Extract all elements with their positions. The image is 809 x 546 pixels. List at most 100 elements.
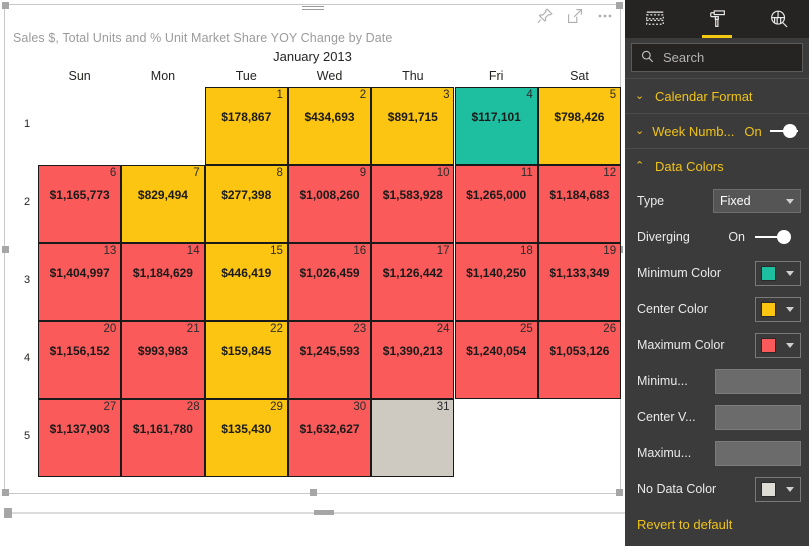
- search-icon: [640, 49, 655, 67]
- day-value: $798,426: [554, 110, 605, 124]
- calendar-day-cell[interactable]: 21 $993,983: [121, 321, 205, 399]
- calendar-day-cell[interactable]: 26 $1,053,126: [537, 321, 622, 399]
- format-tab[interactable]: [700, 0, 734, 38]
- row-minimum-value: Minimu...: [625, 363, 809, 399]
- day-value: $1,137,903: [49, 422, 110, 436]
- section-title-calendar-format: Calendar Format: [655, 88, 753, 104]
- visual-container[interactable]: Sales $, Total Units and % Unit Market S…: [2, 2, 623, 496]
- day-value: $829,494: [137, 188, 188, 202]
- week-number-toggle[interactable]: [769, 124, 798, 138]
- day-header-mon: Mon: [150, 69, 176, 83]
- minimum-value-input[interactable]: [715, 368, 801, 394]
- calendar-day-cell[interactable]: 8 $277,398: [204, 165, 288, 243]
- calendar-day-cell[interactable]: 5 $798,426: [537, 87, 622, 165]
- day-number: 29: [270, 401, 283, 413]
- day-value: $159,845: [221, 344, 272, 358]
- section-title-week-number: Week Numb...: [652, 123, 735, 139]
- visualizations-format-pane: Search ⌄ Calendar Format ⌄ Week Numb... …: [625, 0, 809, 546]
- fields-tab[interactable]: [638, 0, 672, 38]
- calendar-day-cell[interactable]: 14 $1,184,629: [121, 243, 205, 321]
- calendar-day-cell[interactable]: 20 $1,156,152: [38, 321, 122, 399]
- calendar-day-cell[interactable]: 22 $159,845: [204, 321, 288, 399]
- day-number: 4: [526, 89, 533, 101]
- section-calendar-format[interactable]: ⌄ Calendar Format: [625, 78, 809, 113]
- center-color-picker[interactable]: [755, 296, 801, 322]
- calendar-day-cell[interactable]: 1 $178,867: [204, 87, 288, 165]
- diverging-state: On: [728, 230, 745, 244]
- calendar-grid: Sun Mon Tue Wed Thu Fri Sat 1 1 $178,867 2 $434,693…: [5, 5, 622, 495]
- label-type: Type: [637, 194, 665, 208]
- day-number: 5: [609, 89, 617, 101]
- week-number-label: 4: [23, 352, 31, 364]
- calendar-day-cell[interactable]: 10 $1,583,928: [371, 165, 455, 243]
- revert-to-default-button[interactable]: Revert to default: [625, 507, 809, 532]
- calendar-day-cell[interactable]: 23 $1,245,593: [287, 321, 372, 399]
- calendar-day-cell[interactable]: 15 $446,419: [204, 243, 288, 321]
- calendar-day-cell[interactable]: 27 $1,137,903: [38, 399, 122, 477]
- calendar-day-cell[interactable]: 12 $1,184,683: [537, 165, 622, 243]
- chevron-down-icon: [786, 307, 794, 312]
- no-data-color-swatch: [761, 481, 776, 497]
- minimum-color-picker[interactable]: [755, 260, 801, 286]
- calendar-day-cell[interactable]: 2 $434,693: [287, 87, 372, 165]
- day-value: $1,165,773: [49, 188, 110, 202]
- chevron-up-icon: ⌃: [635, 159, 645, 172]
- search-input[interactable]: Search: [631, 43, 803, 72]
- calendar-day-cell[interactable]: 28 $1,161,780: [121, 399, 205, 477]
- day-value: $277,398: [221, 188, 272, 202]
- calendar-day-cell[interactable]: 13 $1,404,997: [38, 243, 122, 321]
- toggle-knob: [783, 124, 797, 138]
- type-dropdown[interactable]: Fixed: [713, 189, 801, 213]
- maximum-value-input[interactable]: [715, 440, 801, 466]
- calendar-day-cell[interactable]: 19 $1,133,349: [537, 243, 622, 321]
- calendar-day-cell[interactable]: 24 $1,390,213: [371, 321, 455, 399]
- diverging-toggle[interactable]: [755, 230, 791, 244]
- row-maximum-value: Maximu...: [625, 435, 809, 471]
- day-value: $1,240,054: [466, 344, 527, 358]
- day-value: $1,390,213: [382, 344, 443, 358]
- row-no-data-color: No Data Color: [625, 471, 809, 507]
- day-value: $1,404,997: [49, 266, 110, 280]
- day-value: $1,156,152: [49, 344, 110, 358]
- day-value: $178,867: [221, 110, 272, 124]
- calendar-day-cell[interactable]: 16 $1,026,459: [287, 243, 372, 321]
- calendar-day-cell[interactable]: 17 $1,126,442: [371, 243, 455, 321]
- row-diverging: Diverging On: [625, 219, 809, 255]
- maximum-color-swatch: [761, 337, 776, 353]
- calendar-day-cell[interactable]: 6 $1,165,773: [38, 165, 122, 243]
- calendar-day-cell[interactable]: 30 $1,632,627: [287, 399, 372, 477]
- section-title-data-colors: Data Colors: [655, 158, 724, 174]
- day-number: 24: [436, 323, 450, 335]
- calendar-day-cell[interactable]: 9 $1,008,260: [287, 165, 372, 243]
- scrollbar-cap-left[interactable]: [4, 508, 12, 518]
- search-placeholder: Search: [663, 50, 705, 65]
- analytics-tab[interactable]: [762, 0, 796, 38]
- day-value: $1,133,349: [549, 266, 610, 280]
- section-week-number[interactable]: ⌄ Week Numb... On: [625, 113, 809, 148]
- calendar-day-cell[interactable]: 31: [371, 399, 455, 477]
- no-data-color-picker[interactable]: [755, 476, 801, 502]
- day-number: 13: [103, 245, 117, 257]
- calendar-day-cell[interactable]: 7 $829,494: [121, 165, 205, 243]
- maximum-color-picker[interactable]: [755, 332, 801, 358]
- calendar-day-cell[interactable]: 25 $1,240,054: [454, 321, 538, 399]
- scrollbar-thumb[interactable]: [314, 510, 334, 515]
- day-value: $434,693: [304, 110, 355, 124]
- label-maximum-color: Maximum Color: [637, 338, 725, 352]
- calendar-day-cell[interactable]: 29 $135,430: [204, 399, 288, 477]
- label-no-data-color: No Data Color: [637, 482, 717, 496]
- day-number: 25: [520, 323, 533, 335]
- day-value: $446,419: [221, 266, 272, 280]
- calendar-day-cell[interactable]: 18 $1,140,250: [454, 243, 538, 321]
- calendar-day-cell[interactable]: 4 $117,101: [454, 87, 538, 165]
- day-number: 6: [109, 167, 117, 179]
- fields-icon: [644, 8, 666, 30]
- row-center-color: Center Color: [625, 291, 809, 327]
- section-data-colors[interactable]: ⌃ Data Colors: [625, 148, 809, 183]
- chevron-down-icon: [786, 487, 794, 492]
- calendar-day-cell[interactable]: 11 $1,265,000: [454, 165, 538, 243]
- day-header-tue: Tue: [235, 69, 257, 83]
- calendar-day-cell[interactable]: 3 $891,715: [371, 87, 455, 165]
- chevron-down-icon: ⌄: [635, 89, 645, 102]
- center-value-input[interactable]: [715, 404, 801, 430]
